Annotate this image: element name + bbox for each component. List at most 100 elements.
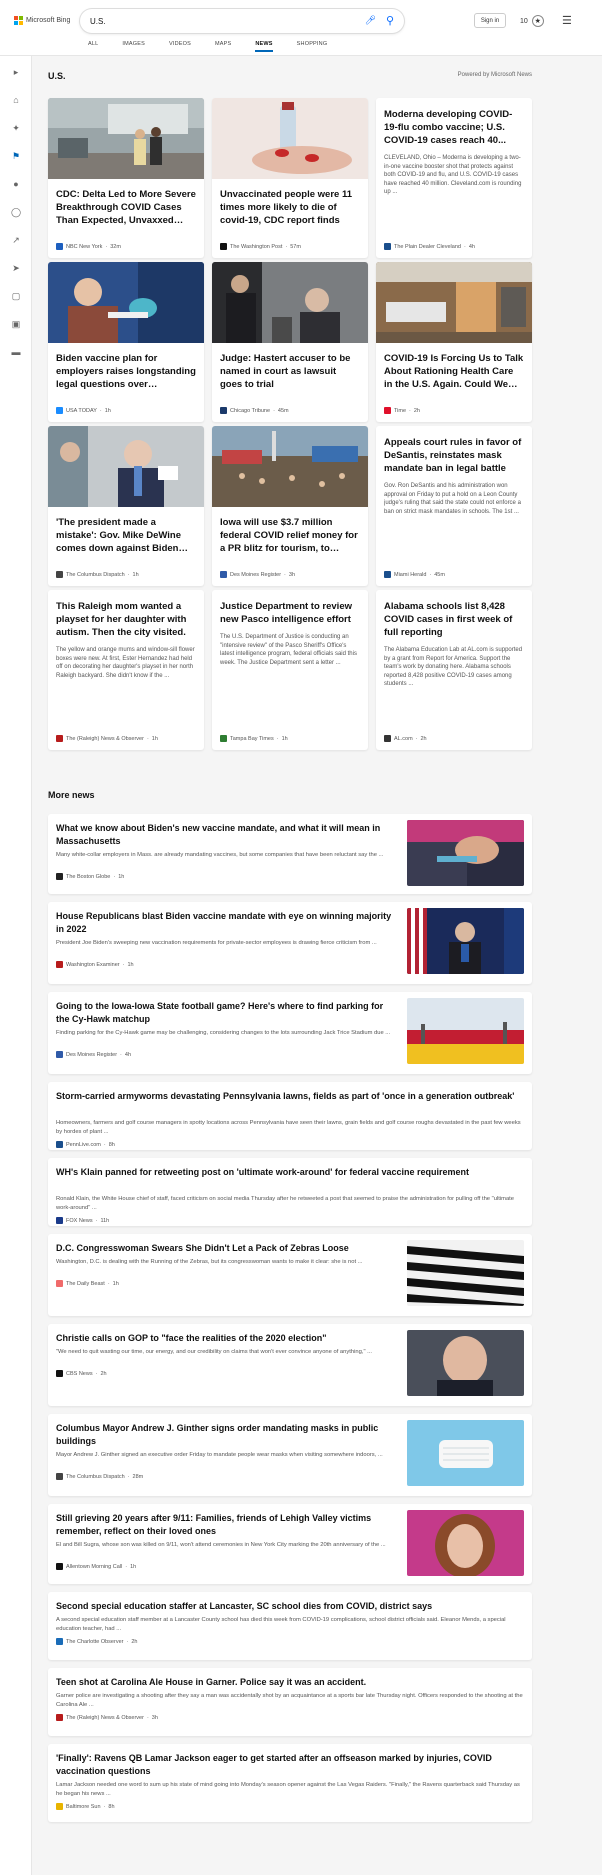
news-title[interactable]: This Raleigh mom wanted a playset for he… [56,600,196,639]
news-source[interactable]: The Columbus Dispatch · 1h [56,571,139,578]
news-source[interactable]: Des Moines Register · 3h [220,571,295,578]
news-title[interactable]: D.C. Congresswoman Swears She Didn't Let… [56,1242,396,1255]
news-title[interactable]: WH's Klain panned for retweeting post on… [56,1166,524,1179]
news-card[interactable]: Appeals court rules in favor of DeSantis… [376,426,532,586]
tab-news[interactable]: NEWS [255,41,273,52]
flag-icon[interactable]: ⚑ [10,150,22,162]
news-source[interactable]: CBS News · 2h [56,1370,107,1377]
tab-all[interactable]: ALL [88,41,98,52]
news-card[interactable]: Judge: Hastert accuser to be named in co… [212,262,368,422]
expand-icon[interactable]: ▸ [10,66,22,78]
news-title[interactable]: 'Finally': Ravens QB Lamar Jackson eager… [56,1752,524,1778]
news-source[interactable]: The Charlotte Observer · 2h [56,1638,137,1645]
news-source[interactable]: Baltimore Sun · 8h [56,1803,115,1810]
news-title[interactable]: Unvaccinated people were 11 times more l… [220,188,360,227]
news-source[interactable]: Washington Examiner · 1h [56,961,134,968]
tab-maps[interactable]: MAPS [215,41,231,52]
news-source[interactable]: The Columbus Dispatch · 28m [56,1473,143,1480]
more-news-item[interactable]: Storm-carried armyworms devastating Penn… [48,1082,532,1150]
chart-icon[interactable]: ↗ [10,234,22,246]
news-title[interactable]: CDC: Delta Led to More Severe Breakthrou… [56,188,196,227]
tab-images[interactable]: IMAGES [122,41,145,52]
news-source[interactable]: Allentown Morning Call · 1h [56,1563,136,1570]
news-title[interactable]: Christie calls on GOP to "face the reali… [56,1332,396,1345]
news-title[interactable]: Justice Department to review new Pasco i… [220,600,360,626]
news-title[interactable]: Second special education staffer at Lanc… [56,1600,524,1613]
rewards-button[interactable]: 10 ★ [520,15,544,27]
news-title[interactable]: Columbus Mayor Andrew J. Ginther signs o… [56,1422,396,1448]
news-source[interactable]: Des Moines Register · 4h [56,1051,131,1058]
location-icon[interactable]: ● [10,178,22,190]
news-title[interactable]: House Republicans blast Biden vaccine ma… [56,910,396,936]
news-thumbnail[interactable] [212,98,368,179]
globe-icon[interactable]: ◯ [10,206,22,218]
news-title[interactable]: What we know about Biden's new vaccine m… [56,822,396,848]
news-thumbnail[interactable] [407,1420,524,1486]
more-news-item[interactable]: Still grieving 20 years after 9/11: Fami… [48,1504,532,1584]
news-title[interactable]: Storm-carried armyworms devastating Penn… [56,1090,524,1103]
more-news-item[interactable]: What we know about Biden's new vaccine m… [48,814,532,894]
news-thumbnail[interactable] [407,820,524,886]
news-card[interactable]: This Raleigh mom wanted a playset for he… [48,590,204,750]
news-card[interactable]: 'The president made a mistake': Gov. Mik… [48,426,204,586]
tab-videos[interactable]: VIDEOS [169,41,191,52]
news-card[interactable]: Biden vaccine plan for employers raises … [48,262,204,422]
news-title[interactable]: Appeals court rules in favor of DeSantis… [384,436,524,475]
news-thumbnail[interactable] [48,262,204,343]
news-source[interactable]: USA TODAY · 1h [56,407,111,414]
news-thumbnail[interactable] [407,908,524,974]
news-title[interactable]: Teen shot at Carolina Ale House in Garne… [56,1676,524,1689]
news-source[interactable]: The (Raleigh) News & Observer · 3h [56,1714,158,1721]
news-source[interactable]: Tampa Bay Times · 1h [220,735,288,742]
news-source[interactable]: AL.com · 2h [384,735,427,742]
home-icon[interactable]: ⌂ [10,94,22,106]
news-source[interactable]: Chicago Tribune · 45m [220,407,289,414]
news-source[interactable]: The Boston Globe · 1h [56,873,124,880]
news-thumbnail[interactable] [48,426,204,507]
more-news-item[interactable]: Christie calls on GOP to "face the reali… [48,1324,532,1406]
news-thumbnail[interactable] [407,998,524,1064]
news-thumbnail[interactable] [212,426,368,507]
news-card[interactable]: Unvaccinated people were 11 times more l… [212,98,368,258]
news-thumbnail[interactable] [407,1330,524,1396]
news-title[interactable]: Judge: Hastert accuser to be named in co… [220,352,360,391]
news-title[interactable]: COVID-19 Is Forcing Us to Talk About Rat… [384,352,524,391]
news-title[interactable]: Going to the Iowa-Iowa State football ga… [56,1000,396,1026]
news-source[interactable]: Miami Herald · 45m [384,571,445,578]
more-news-item[interactable]: House Republicans blast Biden vaccine ma… [48,902,532,984]
sign-in-button[interactable]: Sign in [474,13,506,28]
news-title[interactable]: Alabama schools list 8,428 COVID cases i… [384,600,524,639]
more-news-item[interactable]: 'Finally': Ravens QB Lamar Jackson eager… [48,1744,532,1822]
more-news-item[interactable]: Second special education staffer at Lanc… [48,1592,532,1660]
news-thumbnail[interactable] [48,98,204,179]
search-icon[interactable]: ⚲ [386,14,394,27]
news-card[interactable]: CDC: Delta Led to More Severe Breakthrou… [48,98,204,258]
news-source[interactable]: The Washington Post · 57m [220,243,301,250]
news-thumbnail[interactable] [407,1240,524,1306]
headlines-icon[interactable]: ✦ [10,122,22,134]
news-title[interactable]: Iowa will use $3.7 million federal COVID… [220,516,360,555]
news-card[interactable]: Moderna developing COVID-19-flu combo va… [376,98,532,258]
news-source[interactable]: Time · 2h [384,407,420,414]
news-thumbnail[interactable] [376,262,532,343]
search-input[interactable] [90,14,350,28]
news-source[interactable]: The Plain Dealer Cleveland · 4h [384,243,475,250]
news-thumbnail[interactable] [212,262,368,343]
news-title[interactable]: Still grieving 20 years after 9/11: Fami… [56,1512,396,1538]
news-thumbnail[interactable] [407,1510,524,1576]
news-source[interactable]: The (Raleigh) News & Observer · 1h [56,735,158,742]
more-news-item[interactable]: D.C. Congresswoman Swears She Didn't Let… [48,1234,532,1316]
more-news-item[interactable]: Columbus Mayor Andrew J. Ginther signs o… [48,1414,532,1496]
news-card[interactable]: COVID-19 Is Forcing Us to Talk About Rat… [376,262,532,422]
news-source[interactable]: FOX News · 11h [56,1217,109,1224]
more-news-item[interactable]: Going to the Iowa-Iowa State football ga… [48,992,532,1074]
news-source[interactable]: NBC New York · 32m [56,243,121,250]
business-icon[interactable]: ▣ [10,318,22,330]
news-title[interactable]: Biden vaccine plan for employers raises … [56,352,196,391]
news-card[interactable]: Justice Department to review new Pasco i… [212,590,368,750]
microphone-icon[interactable]: 🎤︎ [365,15,376,26]
bing-logo[interactable]: Microsoft Bing [14,16,70,25]
news-title[interactable]: 'The president made a mistake': Gov. Mik… [56,516,196,555]
news-card[interactable]: Iowa will use $3.7 million federal COVID… [212,426,368,586]
news-card[interactable]: Alabama schools list 8,428 COVID cases i… [376,590,532,750]
